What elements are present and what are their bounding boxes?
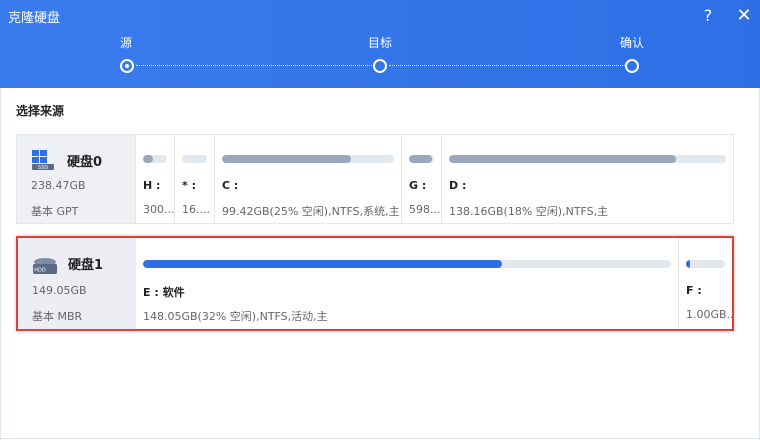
svg-text:HDD: HDD bbox=[34, 268, 46, 274]
partition-label: * : bbox=[182, 179, 196, 192]
partition-label: C : bbox=[222, 179, 239, 192]
partition-label: H : bbox=[143, 179, 161, 192]
usage-bar bbox=[222, 155, 394, 163]
usage-bar bbox=[409, 155, 434, 163]
step-label-source: 源 bbox=[120, 36, 133, 50]
disk-card-1[interactable]: HDD 硬盘1 149.05GB 基本 MBR E : 软件 148.05GB(… bbox=[16, 236, 734, 331]
step-indicator-target bbox=[373, 59, 387, 73]
window-title: 克隆硬盘 bbox=[8, 11, 61, 26]
partition-h[interactable]: H : 300... bbox=[135, 135, 174, 223]
disk-name: 硬盘0 bbox=[67, 155, 103, 170]
partition-label: E : 软件 bbox=[143, 286, 185, 299]
disk-card-0[interactable]: SSD 硬盘0 238.47GB 基本 GPT H : 300... * : 1… bbox=[16, 134, 734, 224]
step-connector bbox=[389, 65, 625, 66]
partition-star[interactable]: * : 16.... bbox=[174, 135, 214, 223]
usage-bar bbox=[182, 155, 207, 163]
step-connector bbox=[136, 65, 372, 66]
partition-detail: 300... bbox=[143, 203, 174, 216]
partition-detail: 138.16GB(18% 空闲),NTFS,主 bbox=[449, 205, 609, 218]
hdd-icon: HDD bbox=[32, 256, 58, 280]
svg-text:SSD: SSD bbox=[38, 165, 48, 171]
close-button[interactable]: ✕ bbox=[732, 4, 756, 28]
partition-g[interactable]: G : 598.... bbox=[401, 135, 441, 223]
partition-detail: 598.... bbox=[409, 203, 441, 216]
disk-info: HDD 硬盘1 149.05GB 基本 MBR bbox=[18, 238, 136, 329]
partition-detail: 16.... bbox=[182, 203, 210, 216]
disk-size: 238.47GB bbox=[31, 179, 86, 192]
partition-label: F : bbox=[686, 284, 702, 297]
partition-c[interactable]: C : 99.42GB(25% 空闲),NTFS,系统,主 bbox=[214, 135, 401, 223]
window-border bbox=[0, 438, 760, 439]
partition-detail: 1.00GB... bbox=[686, 308, 732, 321]
usage-bar bbox=[143, 155, 167, 163]
help-button[interactable]: ? bbox=[696, 4, 720, 28]
ssd-icon: SSD bbox=[31, 149, 55, 175]
partition-label: G : bbox=[409, 179, 427, 192]
partition-detail: 99.42GB(25% 空闲),NTFS,系统,主 bbox=[222, 205, 400, 218]
disk-type: 基本 GPT bbox=[31, 205, 79, 218]
disk-size: 149.05GB bbox=[32, 284, 87, 297]
partition-detail: 148.05GB(32% 空闲),NTFS,活动,主 bbox=[143, 310, 328, 323]
step-label-confirm: 确认 bbox=[620, 36, 645, 50]
disk-name: 硬盘1 bbox=[68, 258, 104, 273]
usage-bar bbox=[686, 260, 725, 268]
partition-e[interactable]: E : 软件 148.05GB(32% 空闲),NTFS,活动,主 bbox=[136, 238, 678, 329]
disk-info: SSD 硬盘0 238.47GB 基本 GPT bbox=[17, 135, 135, 223]
section-title: 选择来源 bbox=[16, 104, 65, 118]
header-bar: 克隆硬盘 ? ✕ 源 目标 确认 bbox=[0, 0, 760, 88]
usage-bar bbox=[449, 155, 726, 163]
step-indicator-confirm bbox=[625, 59, 639, 73]
usage-bar bbox=[143, 260, 671, 268]
partition-f[interactable]: F : 1.00GB... bbox=[678, 238, 732, 329]
step-label-target: 目标 bbox=[368, 36, 393, 50]
partition-d[interactable]: D : 138.16GB(18% 空闲),NTFS,主 bbox=[441, 135, 733, 223]
disk-type: 基本 MBR bbox=[32, 310, 83, 323]
partition-label: D : bbox=[449, 179, 467, 192]
step-indicator-source bbox=[120, 59, 134, 73]
window-border bbox=[0, 88, 1, 440]
